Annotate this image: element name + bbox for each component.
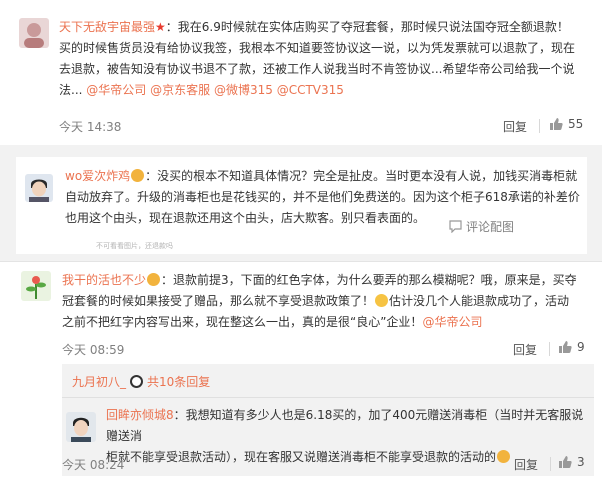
thread-divider — [62, 397, 594, 398]
thread-preview[interactable]: 九月初八_ 共10条回复 — [72, 373, 210, 390]
comment-text-3: 我干的活也不少 ：退款前提3，下面的红色字体，为什么要弄的那么模糊呢？哦，原来是，… — [62, 270, 594, 333]
mention-link[interactable]: @微博315 — [214, 83, 273, 97]
avatar-image — [21, 271, 51, 301]
like-count: 55 — [568, 117, 584, 131]
like-count: 9 — [577, 340, 585, 354]
mention-link[interactable]: @华帝公司 — [422, 315, 482, 329]
comment-line: 自动放弃了。升级的消毒柜也是花钱买的，并不是他们免费送的。因为这个柜子618承诺… — [65, 190, 580, 204]
username-link[interactable]: 天下无敌宇宙最强 — [59, 20, 155, 34]
comment-line: 之前不把红字内容写出来，现在整这么一出，真的是很“良心”企业！ — [62, 315, 423, 329]
username-link[interactable]: 我干的活也不少 — [62, 273, 146, 287]
avatar-2[interactable] — [25, 174, 53, 202]
reply-username[interactable]: 回眸亦倾城8 — [106, 408, 174, 422]
avatar-3[interactable] — [21, 271, 51, 301]
comment-card-1: 天下无敌宇宙最强★：我在6.9时候就在实体店购买了夺冠套餐，那时候只说法国夺冠全… — [0, 0, 602, 145]
comment-image-label: 评论配图 — [466, 220, 515, 234]
reply-button[interactable]: 回复 — [503, 118, 527, 135]
faded-screenshot-text: 不可看看图片，还退款吗 — [96, 242, 173, 250]
reply-username[interactable]: 九月初八_ — [72, 373, 126, 390]
comment-line: 估计没几个人能退款成功了，活动 — [389, 294, 570, 308]
emoji-laugh-icon — [375, 294, 389, 307]
comment-image-button[interactable]: 评论配图 — [449, 218, 514, 235]
thumbs-up-icon — [559, 456, 572, 468]
vip-star-badge: ★ — [155, 20, 166, 34]
comment-line: 也用这个由头，现在退款还用这个由头，店大欺客。别只看表面的。 — [65, 211, 426, 225]
mention-link[interactable]: @京东客服 — [150, 83, 210, 97]
warm-emoji-icon — [147, 273, 161, 286]
action-divider — [549, 342, 550, 356]
like-button[interactable]: 9 — [558, 340, 585, 354]
comment-line: 柜就不能享受退款活动），现在客服又说赠送消毒柜不能享受退款的活动的 — [106, 450, 497, 464]
mention-link[interactable]: @CCTV315 — [277, 83, 344, 97]
warm-emoji-icon — [131, 169, 145, 182]
comment-line: ：我想知道有多少人也是6.18买的，加了400元赠送消毒柜（当时并无客服说赠送消 — [106, 408, 584, 443]
reply-button[interactable]: 回复 — [514, 456, 538, 473]
comment-icon — [449, 220, 462, 233]
timestamp: 今天 14:38 — [59, 120, 122, 134]
avatar-image — [25, 174, 53, 202]
thumbs-up-icon — [550, 118, 563, 130]
comment-line: 买的时候售货员没有给协议我签，我根本不知道要签协议这一说，以为凭发票就可以退款了… — [59, 41, 576, 55]
comment-card-2: wo爱次炸鸡 ：没买的根本不知道具体情况？完全是扯皮。当时更本没有人说，加钱买消毒… — [16, 157, 587, 254]
comment-line: ：我在6.9时候就在实体店购买了夺冠套餐，那时候只说法国夺冠全额退款！ — [165, 20, 569, 34]
avatar-reply[interactable] — [66, 412, 96, 442]
comment-card-3: 我干的活也不少 ：退款前提3，下面的红色字体，为什么要弄的那么模糊呢？哦，原来是，… — [0, 261, 602, 479]
warm-emoji-icon — [497, 450, 511, 463]
mention-link[interactable]: @华帝公司 — [86, 83, 146, 97]
timestamp: 今天 08:24 — [62, 458, 125, 472]
more-replies-link[interactable]: 共10条回复 — [147, 373, 210, 390]
panda-emoji-icon — [130, 375, 144, 388]
action-divider — [539, 119, 540, 133]
comment-line: ：退款前提3，下面的红色字体，为什么要弄的那么模糊呢？哦，原来是，买夺 — [161, 273, 577, 287]
action-divider — [550, 457, 551, 471]
thumbs-up-icon — [559, 341, 572, 353]
timestamp: 今天 08:59 — [62, 343, 125, 357]
reply-thread: 九月初八_ 共10条回复 回眸亦倾城8：我想知道有多少人也是6.18买的，加了4… — [62, 364, 594, 476]
comment-text-1: 天下无敌宇宙最强★：我在6.9时候就在实体店购买了夺冠套餐，那时候只说法国夺冠全… — [59, 17, 594, 101]
comment-line: 去退款，被告知没有协议书退不了款，还被工作人说我当时不肯签协议...希望华帝公司… — [59, 62, 575, 76]
comment-line: ：没买的根本不知道具体情况？完全是扯皮。当时更本没有人说，加钱买消毒柜就 — [145, 169, 578, 183]
comment-line: 冠套餐的时候如果接受了赠品，那么就不享受退款政策了！ — [62, 294, 375, 308]
comment-line: 法... — [59, 83, 83, 97]
like-count: 3 — [577, 455, 585, 469]
like-button[interactable]: 3 — [558, 455, 585, 469]
avatar-1[interactable] — [19, 18, 49, 48]
like-button[interactable]: 55 — [549, 117, 583, 131]
avatar-image — [66, 412, 96, 442]
username-link[interactable]: wo爱次炸鸡 — [65, 169, 130, 183]
reply-button[interactable]: 回复 — [513, 341, 537, 358]
avatar-image — [19, 18, 49, 48]
